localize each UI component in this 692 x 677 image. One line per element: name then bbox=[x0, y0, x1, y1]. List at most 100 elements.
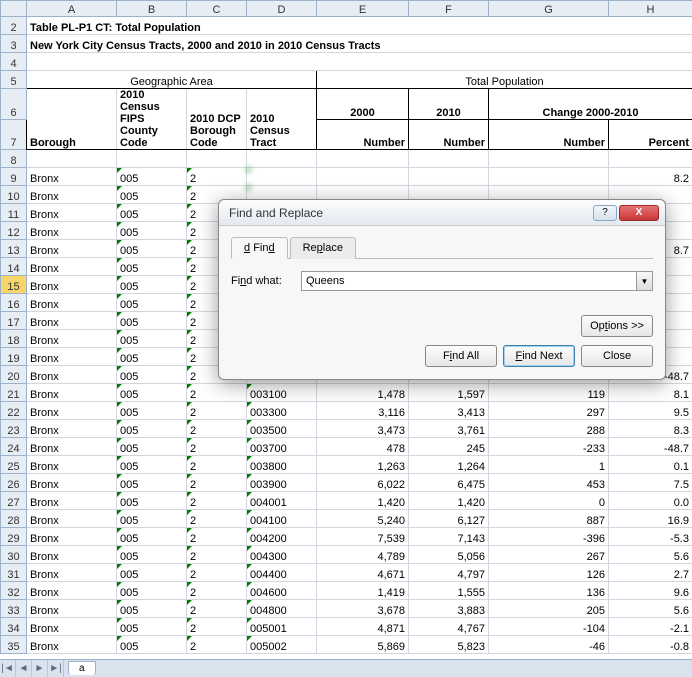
options-button[interactable]: Options >> bbox=[581, 315, 653, 337]
col-A[interactable]: A bbox=[27, 1, 117, 17]
cell[interactable]: -46 bbox=[489, 636, 609, 654]
cell[interactable]: 3,883 bbox=[409, 600, 489, 618]
row-25[interactable]: 25 bbox=[1, 456, 27, 474]
row-29[interactable]: 29 bbox=[1, 528, 27, 546]
col-E[interactable]: E bbox=[317, 1, 409, 17]
row-12[interactable]: 12 bbox=[1, 222, 27, 240]
cell[interactable]: 5,869 bbox=[317, 636, 409, 654]
cell[interactable]: 8.2 bbox=[609, 168, 692, 186]
cell[interactable]: 4,789 bbox=[317, 546, 409, 564]
cell[interactable]: Bronx bbox=[27, 204, 117, 222]
select-all-cell[interactable] bbox=[1, 1, 27, 17]
cell[interactable]: 267 bbox=[489, 546, 609, 564]
cell[interactable]: 3,413 bbox=[409, 402, 489, 420]
cell[interactable]: 005 bbox=[117, 276, 187, 294]
close-icon[interactable]: X bbox=[619, 205, 659, 221]
tab-find[interactable]: d FindFind bbox=[231, 237, 288, 259]
cell[interactable]: Bronx bbox=[27, 168, 117, 186]
cell[interactable]: 2 bbox=[187, 564, 247, 582]
nav-next-icon[interactable]: ► bbox=[32, 660, 48, 677]
row-3[interactable]: 3 bbox=[1, 35, 27, 53]
cell[interactable]: 005002 bbox=[247, 636, 317, 654]
cell[interactable]: Bronx bbox=[27, 294, 117, 312]
row-22[interactable]: 22 bbox=[1, 402, 27, 420]
cell[interactable]: 9.6 bbox=[609, 582, 692, 600]
cell[interactable]: 6,127 bbox=[409, 510, 489, 528]
row-31[interactable]: 31 bbox=[1, 564, 27, 582]
cell[interactable]: 005 bbox=[117, 528, 187, 546]
cell[interactable]: 005 bbox=[117, 546, 187, 564]
cell[interactable]: 6,475 bbox=[409, 474, 489, 492]
cell[interactable]: Bronx bbox=[27, 186, 117, 204]
close-button[interactable]: Close bbox=[581, 345, 653, 367]
cell[interactable]: 005 bbox=[117, 510, 187, 528]
col-D[interactable]: D bbox=[247, 1, 317, 17]
cell[interactable]: 0.1 bbox=[609, 456, 692, 474]
cell[interactable]: 005 bbox=[117, 240, 187, 258]
nav-last-icon[interactable]: ►| bbox=[48, 660, 64, 677]
cell[interactable]: 005 bbox=[117, 402, 187, 420]
cell[interactable]: 3,761 bbox=[409, 420, 489, 438]
row-10[interactable]: 10 bbox=[1, 186, 27, 204]
cell[interactable]: 005 bbox=[117, 222, 187, 240]
cell[interactable]: 5,056 bbox=[409, 546, 489, 564]
cell[interactable]: 2 bbox=[187, 510, 247, 528]
cell[interactable]: 9.5 bbox=[609, 402, 692, 420]
cell[interactable]: Bronx bbox=[27, 546, 117, 564]
cell[interactable]: Bronx bbox=[27, 528, 117, 546]
cell[interactable]: Bronx bbox=[27, 240, 117, 258]
row-9[interactable]: 9 bbox=[1, 168, 27, 186]
find-what-input[interactable] bbox=[301, 271, 637, 291]
cell[interactable]: Bronx bbox=[27, 492, 117, 510]
cell[interactable]: 005 bbox=[117, 582, 187, 600]
cell[interactable]: -233 bbox=[489, 438, 609, 456]
row-32[interactable]: 32 bbox=[1, 582, 27, 600]
nav-first-icon[interactable]: |◄ bbox=[0, 660, 16, 677]
cell[interactable]: Bronx bbox=[27, 330, 117, 348]
cell[interactable]: Bronx bbox=[27, 312, 117, 330]
row-26[interactable]: 26 bbox=[1, 474, 27, 492]
cell[interactable]: 2 bbox=[187, 438, 247, 456]
cell[interactable]: 2 bbox=[187, 168, 247, 186]
col-C[interactable]: C bbox=[187, 1, 247, 17]
cell[interactable]: 003900 bbox=[247, 474, 317, 492]
row-8[interactable]: 8 bbox=[1, 150, 27, 168]
cell[interactable]: 1 bbox=[489, 456, 609, 474]
help-button[interactable]: ? bbox=[593, 205, 617, 221]
cell[interactable]: Bronx bbox=[27, 564, 117, 582]
cell[interactable]: 005 bbox=[117, 186, 187, 204]
row-20[interactable]: 20 bbox=[1, 366, 27, 384]
cell[interactable]: Bronx bbox=[27, 582, 117, 600]
cell[interactable]: 119 bbox=[489, 384, 609, 402]
cell[interactable]: 478 bbox=[317, 438, 409, 456]
cell[interactable]: 2 bbox=[187, 636, 247, 654]
row-19[interactable]: 19 bbox=[1, 348, 27, 366]
cell[interactable]: 1,478 bbox=[317, 384, 409, 402]
cell[interactable]: 005 bbox=[117, 384, 187, 402]
cell[interactable] bbox=[409, 168, 489, 186]
sheet-tab-a[interactable]: a bbox=[68, 661, 96, 675]
cell[interactable]: -0.8 bbox=[609, 636, 692, 654]
row-28[interactable]: 28 bbox=[1, 510, 27, 528]
cell[interactable]: 205 bbox=[489, 600, 609, 618]
find-dropdown-icon[interactable]: ▼ bbox=[637, 271, 653, 291]
cell[interactable]: 005 bbox=[117, 564, 187, 582]
cell[interactable]: 0 bbox=[489, 492, 609, 510]
cell[interactable]: 004300 bbox=[247, 546, 317, 564]
cell[interactable]: 2 bbox=[187, 618, 247, 636]
cell[interactable]: 005 bbox=[117, 168, 187, 186]
cell[interactable]: 8.1 bbox=[609, 384, 692, 402]
cell[interactable]: 4,767 bbox=[409, 618, 489, 636]
cell[interactable]: 3,473 bbox=[317, 420, 409, 438]
cell[interactable]: 003800 bbox=[247, 456, 317, 474]
cell[interactable]: 004001 bbox=[247, 492, 317, 510]
col-G[interactable]: G bbox=[489, 1, 609, 17]
cell[interactable]: 1,420 bbox=[409, 492, 489, 510]
cell[interactable]: -48.7 bbox=[609, 438, 692, 456]
cell[interactable]: Bronx bbox=[27, 384, 117, 402]
row-4[interactable]: 4 bbox=[1, 53, 27, 71]
cell[interactable]: 2 bbox=[187, 402, 247, 420]
cell[interactable]: 005 bbox=[117, 456, 187, 474]
cell[interactable]: 004200 bbox=[247, 528, 317, 546]
row-16[interactable]: 16 bbox=[1, 294, 27, 312]
